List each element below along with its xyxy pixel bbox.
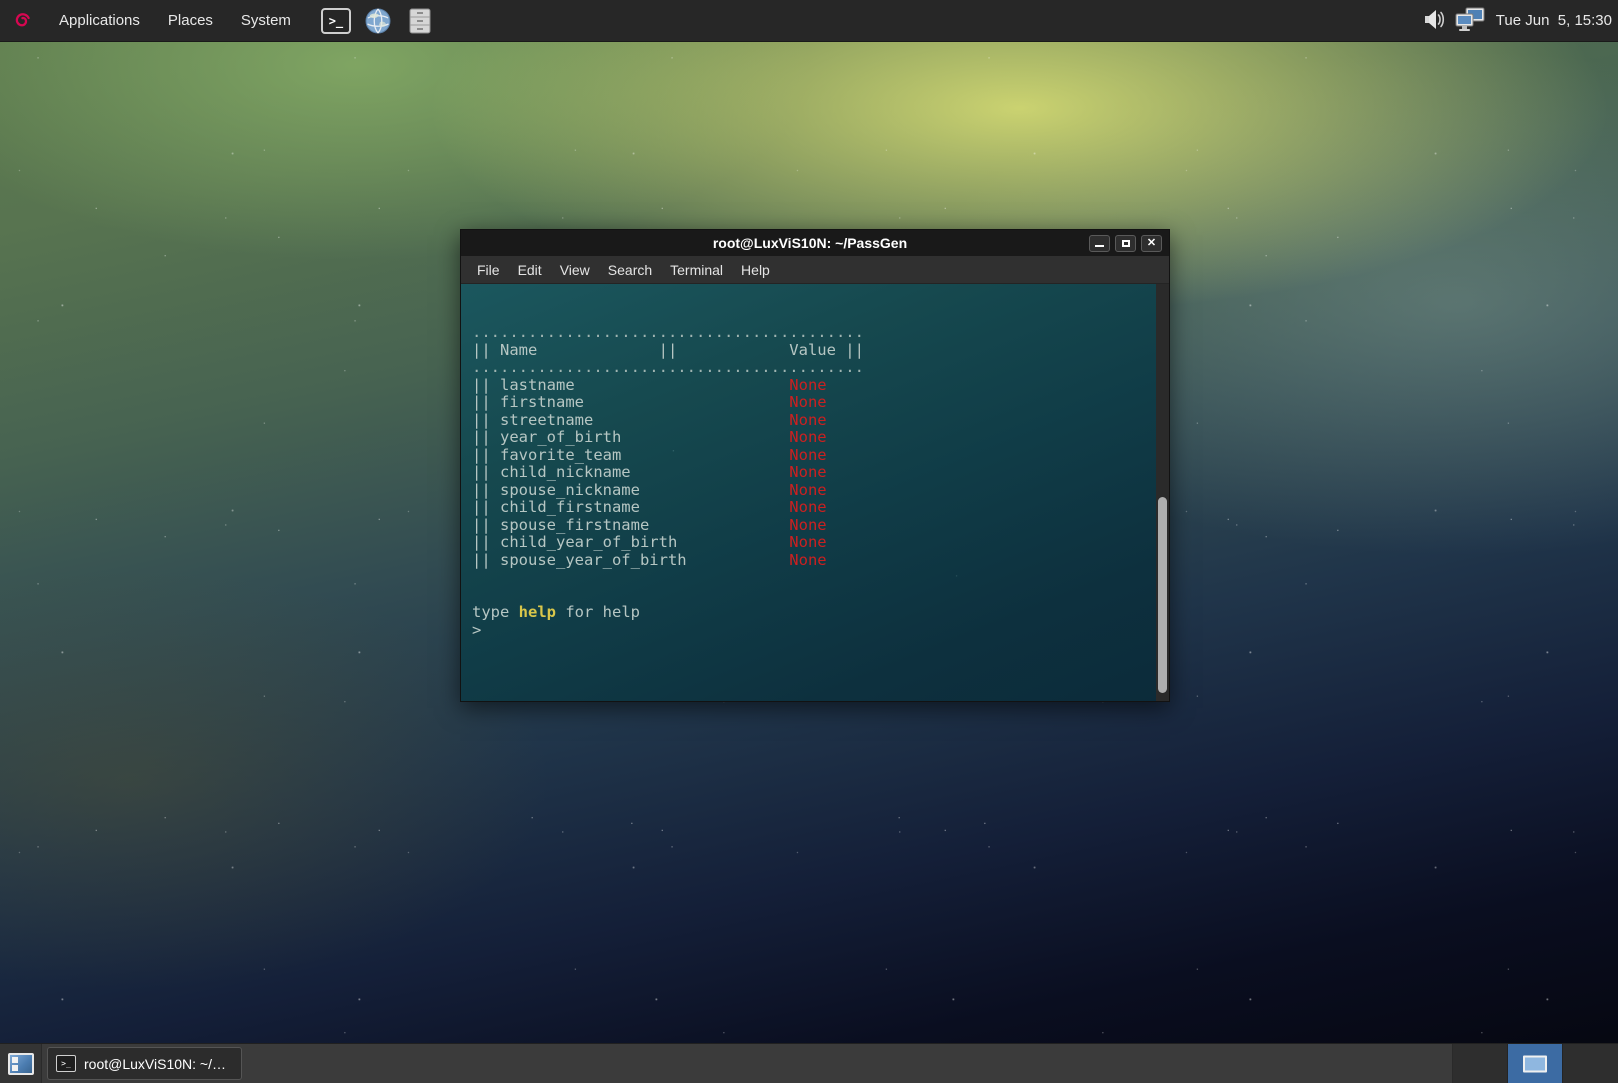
separator-line: ........................................… (472, 359, 1169, 377)
window-buttons: ✕ (1089, 235, 1162, 252)
menu-search[interactable]: Search (599, 256, 661, 284)
separator-line: ........................................… (472, 324, 1169, 342)
close-button[interactable]: ✕ (1141, 235, 1162, 252)
terminal-window: root@LuxViS10N: ~/PassGen ✕ File Edit Vi… (460, 229, 1170, 702)
terminal-scrollbar[interactable] (1156, 284, 1169, 701)
workspace-switcher (1452, 1044, 1618, 1083)
table-row: || child_firstname None (472, 499, 1169, 517)
blank-line (472, 569, 1169, 587)
panel-launchers: >_ (320, 5, 436, 37)
blank-line (472, 587, 1169, 605)
maximize-button[interactable] (1115, 235, 1136, 252)
menu-view[interactable]: View (551, 256, 599, 284)
help-line: type help for help (472, 604, 1169, 622)
window-titlebar[interactable]: root@LuxViS10N: ~/PassGen ✕ (461, 230, 1169, 256)
window-title: root@LuxViS10N: ~/PassGen (461, 235, 1089, 251)
table-row: || spouse_nickname None (472, 482, 1169, 500)
table-row: || child_nickname None (472, 464, 1169, 482)
panel-left: Applications Places System >_ (0, 0, 436, 42)
maximize-icon (1122, 240, 1130, 247)
menu-help[interactable]: Help (732, 256, 779, 284)
menu-places[interactable]: Places (155, 0, 226, 42)
taskbar-window-label: root@LuxViS10N: ~/Pa... (84, 1056, 233, 1072)
menu-system[interactable]: System (228, 0, 304, 42)
debian-logo-icon[interactable] (8, 6, 38, 36)
close-icon: ✕ (1147, 238, 1156, 249)
minimize-button[interactable] (1089, 235, 1110, 252)
network-icon[interactable] (1454, 5, 1488, 37)
table-row: || lastname None (472, 377, 1169, 395)
file-manager-launcher-icon[interactable] (404, 5, 436, 37)
taskbar-window-button[interactable]: >_ root@LuxViS10N: ~/Pa... (47, 1047, 242, 1080)
workspace-1[interactable] (1453, 1044, 1508, 1083)
table-row: || year_of_birth None (472, 429, 1169, 447)
top-panel: Applications Places System >_ (0, 0, 1618, 42)
workspace-window-thumbnail (1523, 1056, 1547, 1073)
terminal-icon: >_ (56, 1055, 76, 1072)
terminal-screen[interactable]: ........................................… (461, 284, 1169, 701)
table-row: || firstname None (472, 394, 1169, 412)
menu-terminal[interactable]: Terminal (661, 256, 732, 284)
web-browser-launcher-icon[interactable] (362, 5, 394, 37)
show-desktop-button[interactable] (0, 1044, 42, 1083)
table-row: || favorite_team None (472, 447, 1169, 465)
volume-icon[interactable] (1422, 6, 1448, 36)
prompt-line: > (472, 622, 1169, 640)
panel-right: Tue Jun 5, 15:30 (1422, 5, 1618, 37)
table-row: || spouse_firstname None (472, 517, 1169, 535)
scrollbar-thumb[interactable] (1158, 497, 1167, 693)
table-row: || child_year_of_birth None (472, 534, 1169, 552)
taskbar: >_ root@LuxViS10N: ~/Pa... (0, 1043, 1618, 1083)
menu-file[interactable]: File (468, 256, 509, 284)
table-row: || streetname None (472, 412, 1169, 430)
table-header: || Name || Value || (472, 342, 1169, 360)
workspace-2[interactable] (1508, 1044, 1563, 1083)
menu-edit[interactable]: Edit (509, 256, 551, 284)
table-row: || spouse_year_of_birth None (472, 552, 1169, 570)
terminal-output: ........................................… (472, 324, 1169, 639)
minimize-icon (1095, 245, 1104, 247)
workspace-3[interactable] (1563, 1044, 1618, 1083)
window-menubar: File Edit View Search Terminal Help (461, 256, 1169, 284)
terminal-launcher-icon[interactable]: >_ (320, 5, 352, 37)
panel-clock[interactable]: Tue Jun 5, 15:30 (1494, 12, 1612, 29)
show-desktop-icon (8, 1053, 34, 1075)
menu-applications[interactable]: Applications (46, 0, 153, 42)
